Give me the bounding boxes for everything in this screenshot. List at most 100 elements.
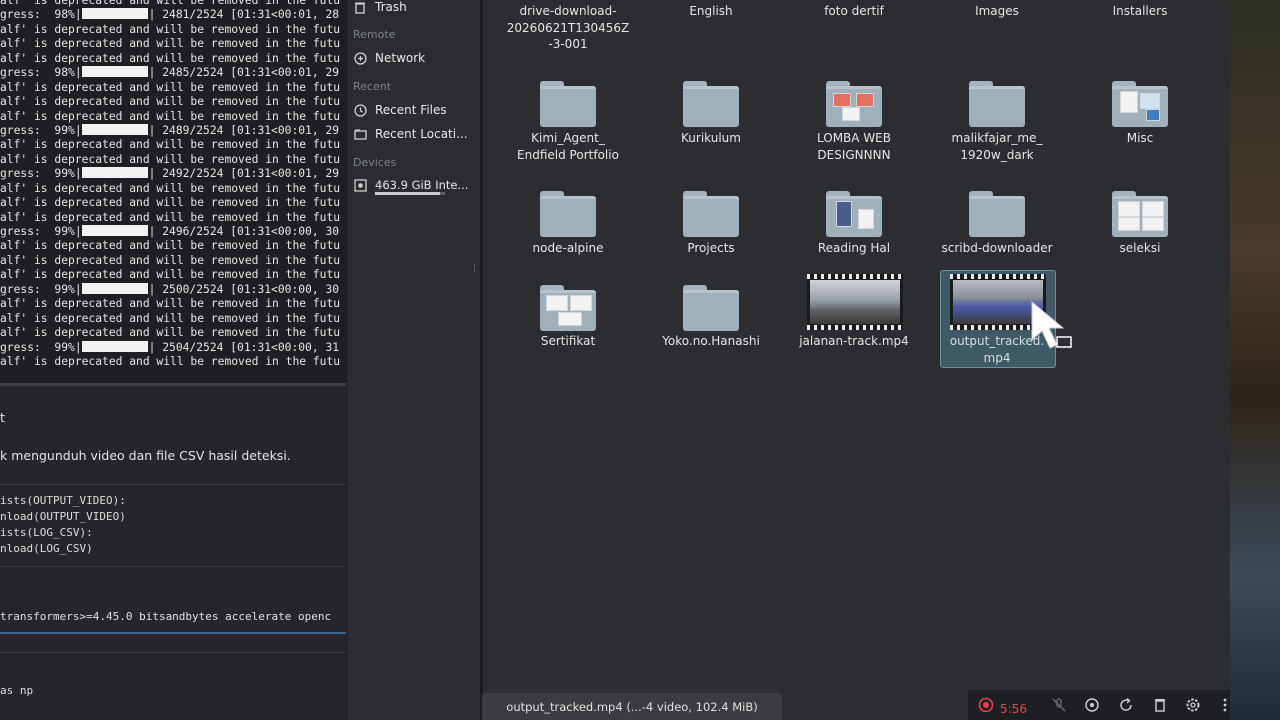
- code-line-4[interactable]: nload(LOG_CSV): [0, 541, 93, 557]
- folder-preview: [570, 295, 592, 311]
- drive-usage-bar: [375, 192, 445, 195]
- settings-icon[interactable]: [1184, 696, 1202, 714]
- sidebar-item-recent-files[interactable]: Recent Files: [353, 99, 447, 121]
- sidebar-item-label: 463.9 GiB Inte...: [375, 178, 469, 192]
- progress-line: gress: 99%| | 2492/2524 [01:31<00:01, 29: [0, 167, 346, 181]
- folder-icon[interactable]: [969, 191, 1025, 237]
- cell-divider: [0, 566, 346, 567]
- file-label[interactable]: jalanan-track.mp4: [784, 333, 924, 350]
- cell-marker: t: [0, 410, 5, 425]
- output-scrollbar[interactable]: [0, 383, 346, 386]
- progress-line: gress: 99%| | 2500/2524 [01:31<00:00, 30: [0, 282, 346, 297]
- warning-line: alf' is deprecated and will be removed i…: [0, 311, 341, 325]
- folder-label[interactable]: Projects: [641, 240, 781, 257]
- sidebar-item-label: Network: [375, 51, 426, 65]
- code-line-2[interactable]: nload(OUTPUT_VIDEO): [0, 509, 126, 525]
- sidebar-item-recent-locations[interactable]: Recent Locati...: [353, 123, 468, 145]
- folder-icon[interactable]: [1112, 81, 1168, 127]
- video-thumbnail[interactable]: [807, 274, 903, 330]
- folder-label[interactable]: Yoko.no.Hanashi: [641, 333, 781, 350]
- progress-bar: [81, 167, 148, 179]
- rotate-icon[interactable]: [1117, 696, 1135, 714]
- sidebar-item-label: Recent Files: [375, 103, 447, 117]
- recent-files-icon: [353, 103, 367, 117]
- code-cell-pip[interactable]: transformers>=4.45.0 bitsandbytes accele…: [0, 604, 346, 634]
- sidebar-header-remote: Remote: [353, 28, 396, 41]
- folder-label[interactable]: node-alpine: [498, 240, 638, 257]
- warning-line: alf' is deprecated and will be removed i…: [0, 297, 341, 311]
- terminal-output: alf' is deprecated and will be removed i…: [0, 0, 346, 384]
- sidebar-resize-handle[interactable]: [474, 264, 477, 272]
- folder-icon[interactable]: [683, 191, 739, 237]
- status-bar: output_tracked.mp4 (...-4 video, 102.4 M…: [482, 693, 782, 720]
- progress-line: gress: 98%| | 2485/2524 [01:31<00:01, 29: [0, 66, 346, 80]
- sidebar-item-network[interactable]: Network: [353, 47, 425, 69]
- folder-preview: [833, 93, 851, 107]
- file-item-label[interactable]: English: [641, 3, 781, 20]
- folder-icon[interactable]: [540, 285, 596, 331]
- sidebar-header-recent: Recent: [353, 80, 392, 93]
- progress-bar: [81, 340, 148, 352]
- target-icon[interactable]: [1083, 696, 1101, 714]
- import-line[interactable]: as np: [0, 683, 33, 699]
- folder-preview: [1120, 91, 1138, 113]
- warning-line: alf' is deprecated and will be removed i…: [0, 239, 341, 253]
- more-icon[interactable]: [1216, 696, 1234, 714]
- recent-locations-icon: [353, 127, 367, 141]
- progress-line: gress: 99%| | 2504/2524 [01:31<00:00, 31: [0, 340, 346, 355]
- progress-stats: | 2504/2524 [01:31<00:00, 31: [148, 340, 340, 354]
- delete-icon[interactable]: [1151, 696, 1169, 714]
- folder-label[interactable]: scribd-downloader: [927, 240, 1067, 257]
- progress-label: gress: 98%|: [0, 66, 82, 80]
- progress-stats: | 2496/2524 [01:31<00:00, 30: [148, 225, 340, 238]
- sidebar-header-devices: Devices: [353, 156, 397, 169]
- folder-icon[interactable]: [540, 81, 596, 127]
- progress-bar: [81, 66, 148, 78]
- folder-label[interactable]: Misc: [1070, 130, 1210, 147]
- recording-time: 5:56: [1000, 702, 1027, 716]
- folder-icon[interactable]: [1112, 191, 1168, 237]
- trash-icon: [353, 0, 367, 14]
- folder-label[interactable]: LOMBA WEB DESIGNNNN: [784, 130, 924, 163]
- cell-divider: [0, 652, 346, 653]
- warning-line: alf' is deprecated and will be removed i…: [0, 95, 341, 109]
- progress-label: gress: 99%|: [0, 225, 82, 238]
- progress-label: gress: 99%|: [0, 282, 82, 296]
- file-item-label[interactable]: drive-download- 20260621T130456Z -3-001: [498, 3, 638, 53]
- folder-label[interactable]: Kimi_Agent_ Endfield Portfolio: [498, 130, 638, 163]
- file-item-label[interactable]: foto dertif: [784, 3, 924, 20]
- folder-preview: [1142, 217, 1164, 231]
- folder-icon[interactable]: [683, 81, 739, 127]
- folder-icon[interactable]: [969, 81, 1025, 127]
- file-item-label[interactable]: Images: [927, 3, 1067, 20]
- folder-label[interactable]: malikfajar_me_ 1920w_dark: [927, 130, 1067, 163]
- folder-label[interactable]: Reading Hal: [784, 240, 924, 257]
- folder-label[interactable]: Kurikulum: [641, 130, 781, 147]
- folder-icon[interactable]: [826, 191, 882, 237]
- folder-label[interactable]: seleksi: [1070, 240, 1210, 257]
- warning-line: alf' is deprecated and will be removed i…: [0, 196, 341, 210]
- folder-label[interactable]: Sertifikat: [498, 333, 638, 350]
- folder-icon[interactable]: [683, 285, 739, 331]
- progress-bar: [81, 282, 148, 294]
- warning-line: alf' is deprecated and will be removed i…: [0, 51, 341, 65]
- warning-line: alf' is deprecated and will be removed i…: [0, 210, 341, 224]
- folder-preview: [1118, 217, 1140, 231]
- folder-icon[interactable]: [540, 191, 596, 237]
- folder-preview: [1142, 201, 1164, 217]
- code-line-1[interactable]: ists(OUTPUT_VIDEO):: [0, 493, 126, 509]
- folder-icon[interactable]: [826, 81, 882, 127]
- folder-preview: [1118, 201, 1140, 217]
- folder-preview: [856, 93, 874, 107]
- pip-install-line[interactable]: transformers>=4.45.0 bitsandbytes accele…: [0, 610, 331, 623]
- warning-line: alf' is deprecated and will be removed i…: [0, 109, 341, 123]
- progress-stats: | 2485/2524 [01:31<00:01, 29: [148, 66, 340, 80]
- progress-line: gress: 99%| | 2489/2524 [01:31<00:01, 29: [0, 123, 346, 138]
- progress-label: gress: 98%|: [0, 8, 82, 22]
- record-icon[interactable]: [977, 696, 995, 714]
- code-line-3[interactable]: ists(LOG_CSV):: [0, 525, 93, 541]
- folder-preview: [858, 209, 874, 229]
- file-item-label[interactable]: Installers: [1070, 3, 1210, 20]
- mic-off-icon[interactable]: [1050, 696, 1068, 714]
- sidebar-item-trash[interactable]: Trash: [353, 0, 407, 18]
